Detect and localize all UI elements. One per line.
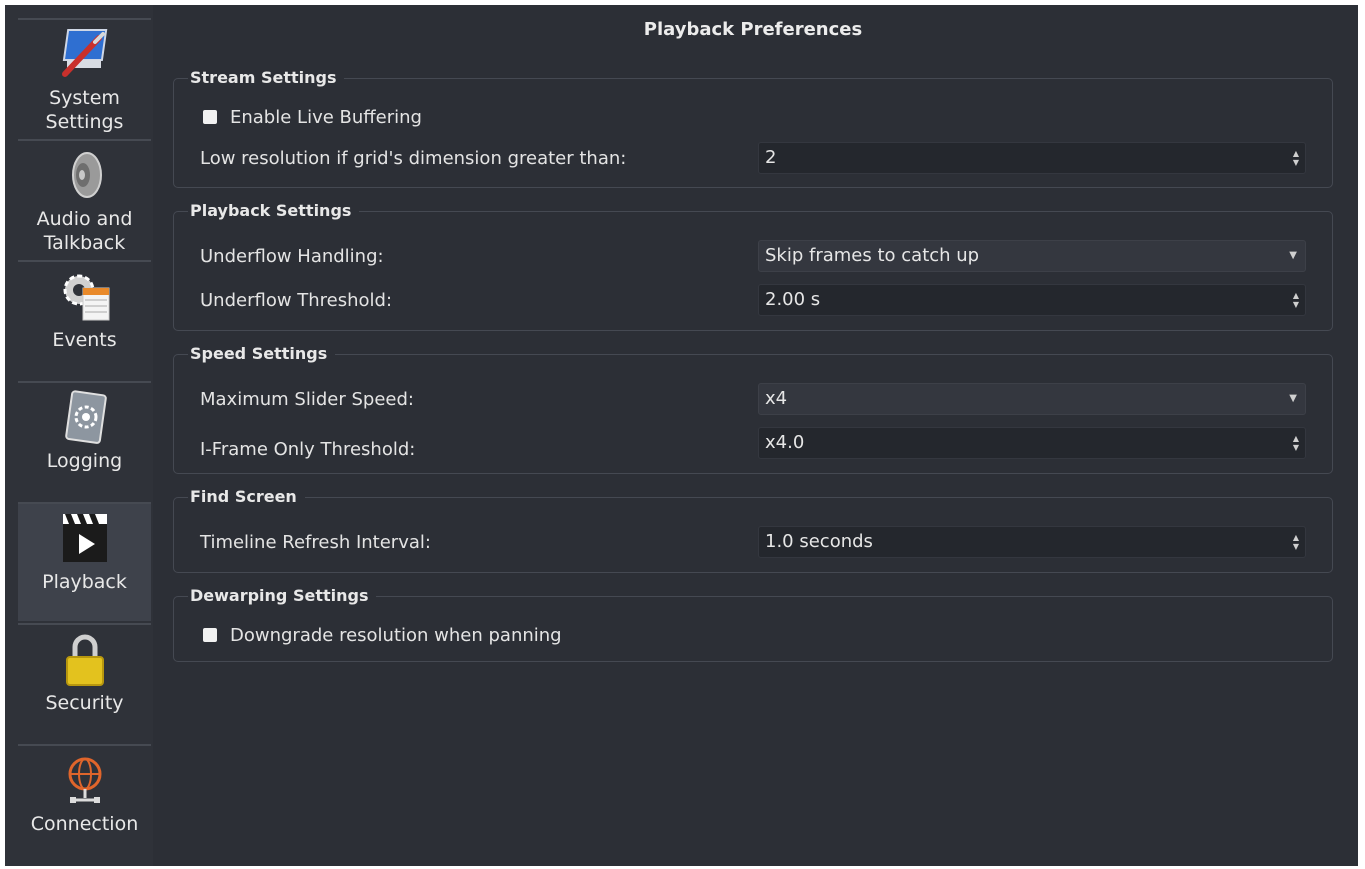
chevron-down-icon: ▼ xyxy=(1289,393,1297,404)
underflow-handling-select[interactable]: Skip frames to catch up ▼ xyxy=(758,240,1306,272)
group-title: Find Screen xyxy=(188,487,305,506)
sidebar-item-label: Playback xyxy=(42,571,127,593)
lock-icon xyxy=(55,629,115,689)
underflow-threshold-value: 2.00 s xyxy=(765,289,821,310)
iframe-threshold-label: I-Frame Only Threshold: xyxy=(200,439,416,460)
iframe-threshold-value: x4.0 xyxy=(765,432,805,453)
sidebar-item-system-settings[interactable]: System Settings xyxy=(18,18,151,137)
underflow-handling-label: Underflow Handling: xyxy=(200,246,384,267)
spin-arrows-icon[interactable]: ▲ ▼ xyxy=(1287,428,1305,458)
sidebar-item-label: Audio and Talkback xyxy=(36,208,133,254)
sidebar-item-security[interactable]: Security xyxy=(18,623,151,742)
max-slider-speed-value: x4 xyxy=(765,388,788,409)
underflow-threshold-spinbox[interactable]: 2.00 s ▲ ▼ xyxy=(758,284,1306,316)
dewarping-settings-group: Dewarping Settings Downgrade resolution … xyxy=(173,586,1333,662)
downgrade-resolution-label: Downgrade resolution when panning xyxy=(230,625,562,646)
timeline-refresh-value: 1.0 seconds xyxy=(765,531,873,552)
sidebar-item-label: Events xyxy=(52,329,117,351)
sidebar-item-events[interactable]: Events xyxy=(18,260,151,379)
max-slider-speed-label: Maximum Slider Speed: xyxy=(200,389,414,410)
logging-icon xyxy=(55,387,115,447)
iframe-threshold-spinbox[interactable]: x4.0 ▲ ▼ xyxy=(758,427,1306,459)
underflow-threshold-label: Underflow Threshold: xyxy=(200,290,393,311)
group-title: Speed Settings xyxy=(188,344,336,363)
sidebar-item-audio-and-talkback[interactable]: Audio and Talkback xyxy=(18,139,151,258)
playback-icon xyxy=(55,508,115,568)
max-slider-speed-select[interactable]: x4 ▼ xyxy=(758,383,1306,415)
playback-settings-group: Playback Settings Underflow Handling: Sk… xyxy=(173,201,1333,331)
page-title: Playback Preferences xyxy=(643,19,863,40)
sidebar-item-label: Security xyxy=(45,692,124,714)
group-title: Playback Settings xyxy=(188,201,360,220)
low-resolution-value: 2 xyxy=(765,147,777,168)
speed-settings-group: Speed Settings Maximum Slider Speed: x4 … xyxy=(173,344,1333,474)
chevron-down-icon: ▼ xyxy=(1289,250,1297,261)
preferences-sidebar: System Settings Audio and Talkback Event… xyxy=(5,5,153,866)
network-globe-icon xyxy=(55,750,115,810)
preferences-window: System Settings Audio and Talkback Event… xyxy=(5,5,1358,866)
speaker-icon xyxy=(55,145,115,205)
sidebar-item-label: Connection xyxy=(30,813,139,835)
sidebar-item-playback[interactable]: Playback xyxy=(18,502,151,621)
sidebar-item-connection[interactable]: Connection xyxy=(18,744,151,863)
group-title: Dewarping Settings xyxy=(188,586,377,605)
spin-arrows-icon[interactable]: ▲ ▼ xyxy=(1287,285,1305,315)
sidebar-item-logging[interactable]: Logging xyxy=(18,381,151,500)
enable-live-buffering-label: Enable Live Buffering xyxy=(230,107,422,128)
timeline-refresh-label: Timeline Refresh Interval: xyxy=(200,532,431,553)
low-resolution-spinbox[interactable]: 2 ▲ ▼ xyxy=(758,142,1306,174)
spin-arrows-icon[interactable]: ▲ ▼ xyxy=(1287,527,1305,557)
downgrade-resolution-checkbox[interactable] xyxy=(203,628,217,642)
sidebar-item-label: Logging xyxy=(46,450,123,472)
system-settings-icon xyxy=(55,24,115,84)
sidebar-item-label: System Settings xyxy=(45,87,124,133)
events-icon xyxy=(55,266,115,326)
enable-live-buffering-checkbox[interactable] xyxy=(203,110,217,124)
group-title: Stream Settings xyxy=(188,68,345,87)
timeline-refresh-spinbox[interactable]: 1.0 seconds ▲ ▼ xyxy=(758,526,1306,558)
preferences-content: Playback Preferences Stream Settings Ena… xyxy=(153,5,1358,866)
low-resolution-label: Low resolution if grid's dimension great… xyxy=(200,148,627,169)
stream-settings-group: Stream Settings Enable Live Buffering Lo… xyxy=(173,68,1333,188)
underflow-handling-value: Skip frames to catch up xyxy=(765,245,980,266)
spin-arrows-icon[interactable]: ▲ ▼ xyxy=(1287,143,1305,173)
find-screen-group: Find Screen Timeline Refresh Interval: 1… xyxy=(173,487,1333,573)
